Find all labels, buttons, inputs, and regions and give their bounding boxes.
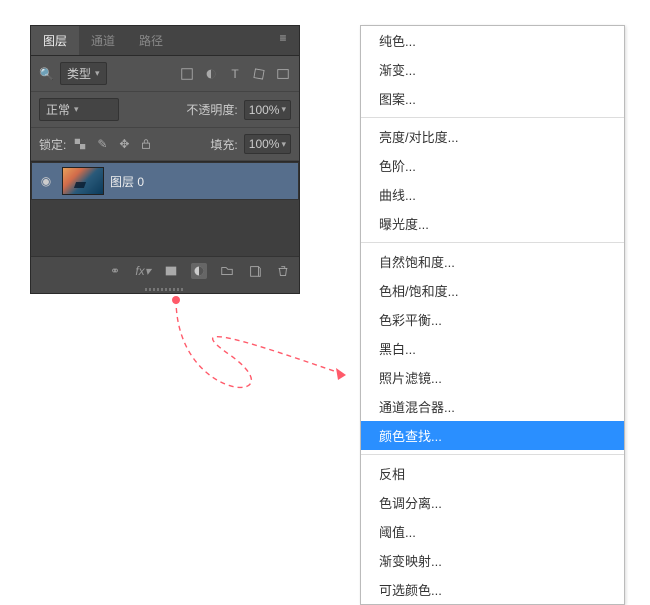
fill-label: 填充: [210,136,237,153]
filter-adjust-icon[interactable] [203,66,219,82]
filter-label: 类型 [67,65,91,82]
filter-type-icon[interactable]: T [227,66,243,82]
layer-thumbnail[interactable] [62,167,104,195]
menu-item[interactable]: 色调分离... [361,488,624,517]
menu-item[interactable]: 自然饱和度... [361,247,624,276]
blend-mode-dropdown[interactable]: 正常 ▾ [39,98,119,121]
blend-mode-value: 正常 [46,101,70,118]
adjustment-layer-icon[interactable] [191,263,207,279]
lock-transparent-icon[interactable] [72,136,88,152]
menu-item[interactable]: 曝光度... [361,209,624,238]
menu-item[interactable]: 曲线... [361,180,624,209]
tab-paths[interactable]: 路径 [127,26,175,55]
adjustment-context-menu: 纯色...渐变...图案... 亮度/对比度...色阶...曲线...曝光度...… [360,25,625,605]
chevron-down-icon: ▾ [281,139,286,150]
fill-value: 100% [249,137,280,151]
opacity-label: 不透明度: [186,101,237,118]
mask-icon[interactable] [163,263,179,279]
layer-item[interactable]: ◉ 图层 0 [31,162,299,200]
menu-separator [361,117,624,118]
menu-item[interactable]: 亮度/对比度... [361,122,624,151]
search-icon: 🔍 [39,67,54,81]
layer-name: 图层 0 [110,173,144,190]
menu-item[interactable]: 色相/饱和度... [361,276,624,305]
filter-smart-icon[interactable] [275,66,291,82]
trash-icon[interactable] [275,263,291,279]
lock-brush-icon[interactable]: ✎ [94,136,110,152]
menu-item[interactable]: 色阶... [361,151,624,180]
panel-tabs: 图层 通道 路径 ≡ [31,26,299,56]
blend-row: 正常 ▾ 不透明度: 100% ▾ [31,92,299,128]
filter-row: 🔍 类型 ▾ T [31,56,299,92]
menu-item[interactable]: 反相 [361,459,624,488]
lock-label: 锁定: [39,136,66,153]
menu-icon: ≡ [275,30,291,46]
chevron-down-icon: ▾ [95,68,100,79]
panel-footer: ⚭ fx▾ [31,256,299,285]
menu-item[interactable]: 渐变... [361,55,624,84]
annotation-arrow [110,285,370,405]
menu-item[interactable]: 色彩平衡... [361,305,624,334]
lock-move-icon[interactable]: ✥ [116,136,132,152]
menu-item[interactable]: 颜色查找... [361,421,624,450]
menu-item[interactable]: 渐变映射... [361,546,624,575]
chevron-down-icon: ▾ [74,104,79,115]
menu-separator [361,242,624,243]
layers-panel: 图层 通道 路径 ≡ 🔍 类型 ▾ T 正常 ▾ 不透明度: 100% ▾ [30,25,300,294]
fx-icon[interactable]: fx▾ [135,263,151,279]
menu-item[interactable]: 纯色... [361,26,624,55]
tab-channels[interactable]: 通道 [79,26,127,55]
chevron-down-icon: ▾ [281,104,286,115]
menu-item[interactable]: 图案... [361,84,624,113]
lock-all-icon[interactable] [138,136,154,152]
menu-separator [361,454,624,455]
layers-list: ◉ 图层 0 [31,161,299,256]
opacity-value: 100% [249,103,280,117]
menu-item[interactable]: 黑白... [361,334,624,363]
fill-spinner[interactable]: 100% ▾ [244,134,291,154]
visibility-eye-icon[interactable]: ◉ [36,174,56,188]
lock-row: 锁定: ✎ ✥ 填充: 100% ▾ [31,128,299,161]
group-icon[interactable] [219,263,235,279]
menu-item[interactable]: 照片滤镜... [361,363,624,392]
new-layer-icon[interactable] [247,263,263,279]
panel-menu-button[interactable]: ≡ [267,26,299,55]
menu-item[interactable]: 阈值... [361,517,624,546]
link-icon[interactable]: ⚭ [107,263,123,279]
filter-type-dropdown[interactable]: 类型 ▾ [60,62,107,85]
filter-pixel-icon[interactable] [179,66,195,82]
filter-shape-icon[interactable] [251,66,267,82]
menu-item[interactable]: 可选颜色... [361,575,624,604]
opacity-spinner[interactable]: 100% ▾ [244,100,291,120]
tab-layers[interactable]: 图层 [31,26,79,55]
menu-item[interactable]: 通道混合器... [361,392,624,421]
